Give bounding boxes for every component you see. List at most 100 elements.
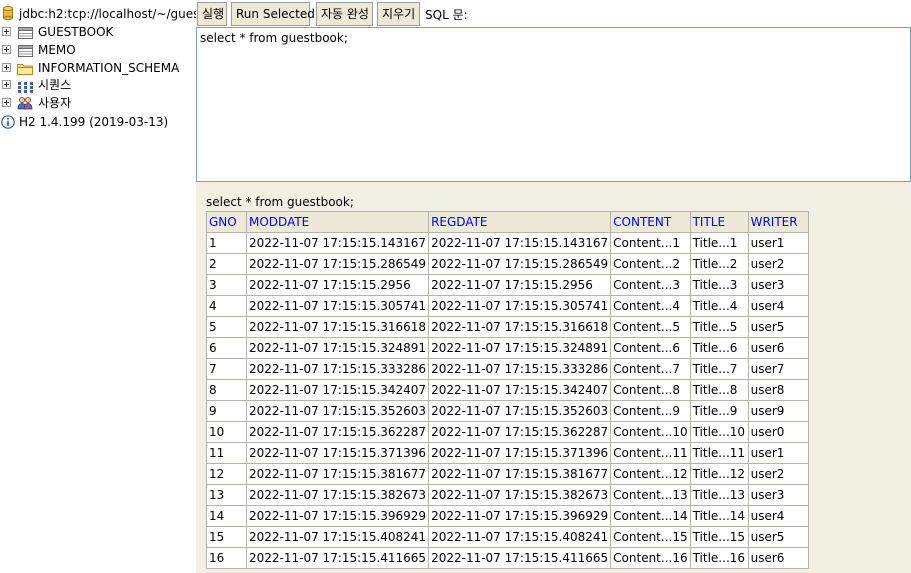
table-icon [18,26,33,44]
table-cell: 2022-11-07 17:15:15.408241 [245,526,430,548]
table-cell: 2022-11-07 17:15:15.371396 [428,442,612,464]
sql-input[interactable]: select * from guestbook; [196,27,911,182]
tree-item-label: 시퀀스 [38,78,72,92]
table-cell: user6 [747,337,809,359]
table-cell: 2022-11-07 17:15:15.411665 [428,547,612,569]
table-cell: user8 [747,379,809,401]
table-cell: Title...11 [689,442,749,464]
table-cell: 2022-11-07 17:15:15.143167 [428,232,612,254]
table-cell: user7 [747,358,809,380]
table-row: 1 2022-11-07 17:15:15.143167 2022-11-07 17… [206,232,809,254]
expand-icon[interactable] [2,63,11,72]
table-row: 12 2022-11-07 17:15:15.381677 2022-11-07 1… [206,463,809,485]
table-row: 15 2022-11-07 17:15:15.408241 2022-11-07 1… [206,526,809,548]
table-cell: Title...8 [689,379,749,401]
result-panel: select * from guestbook; GNO MODDATE REGDA… [196,182,911,573]
column-header-content[interactable]: CONTENT [610,211,691,233]
table-cell: Title...2 [689,253,749,275]
table-row: 9 2022-11-07 17:15:15.352603 2022-11-07 17… [206,400,809,422]
table-cell: 2022-11-07 17:15:15.324891 [245,337,430,359]
table-cell: 16 [206,547,247,569]
table-row: 8 2022-11-07 17:15:15.342407 2022-11-07 17… [206,379,809,401]
table-cell: 13 [206,484,247,506]
table-row: 14 2022-11-07 17:15:15.396929 2022-11-07 1… [206,505,809,527]
tree-item-label: INFORMATION_SCHEMA [38,61,180,75]
table-cell: 2022-11-07 17:15:15.333286 [245,358,430,380]
table-cell: Title...4 [689,295,749,317]
table-cell: Title...10 [689,421,749,443]
table-row: 13 2022-11-07 17:15:15.382673 2022-11-07 1… [206,484,809,506]
table-cell: 2022-11-07 17:15:15.411665 [245,547,430,569]
table-row: 7 2022-11-07 17:15:15.333286 2022-11-07 17… [206,358,809,380]
table-row: 5 2022-11-07 17:15:15.316618 2022-11-07 17… [206,316,809,338]
table-cell: Content...12 [610,463,691,485]
table-cell: user9 [747,400,809,422]
table-cell: 15 [206,526,247,548]
table-cell: Content...3 [610,274,691,296]
tree-item-label: MEMO [38,43,76,57]
table-cell: 7 [206,358,247,380]
table-cell: Content...7 [610,358,691,380]
autocomplete-button[interactable]: 자동 완성 [316,2,373,26]
table-cell: user3 [747,274,809,296]
column-header-regdate[interactable]: REGDATE [428,211,612,233]
result-body: 1 2022-11-07 17:15:15.143167 2022-11-07 17… [206,232,809,569]
table-cell: 10 [206,421,247,443]
table-cell: Content...10 [610,421,691,443]
result-header-row: GNO MODDATE REGDATE CONTENT TITLE WRITER [206,211,809,233]
column-header-gno[interactable]: GNO [206,211,247,233]
schema-tree: jdbc:h2:tcp://localhost/~/guestBoo GUEST… [0,0,196,573]
version-label: H2 1.4.199 (2019-03-13) [19,115,169,129]
table-cell: 2022-11-07 17:15:15.316618 [428,316,612,338]
column-header-title[interactable]: TITLE [689,211,749,233]
expand-icon[interactable] [2,45,11,54]
expand-icon[interactable] [2,80,11,89]
table-cell: 2022-11-07 17:15:15.333286 [428,358,612,380]
table-cell: 2022-11-07 17:15:15.382673 [245,484,430,506]
table-cell: Content...8 [610,379,691,401]
table-cell: Content...16 [610,547,691,569]
table-cell: 11 [206,442,247,464]
run-button[interactable]: 실행 [197,2,227,26]
table-cell: Content...6 [610,337,691,359]
tree-item-label: 사용자 [38,96,72,110]
table-cell: 2022-11-07 17:15:15.352603 [428,400,612,422]
table-cell: Title...14 [689,505,749,527]
table-cell: user4 [747,505,809,527]
expand-icon[interactable] [2,27,11,36]
table-cell: 2022-11-07 17:15:15.381677 [245,463,430,485]
table-cell: 2022-11-07 17:15:15.143167 [245,232,430,254]
table-cell: Content...5 [610,316,691,338]
run-selected-button[interactable]: Run Selected [231,2,315,26]
column-header-moddate[interactable]: MODDATE [245,211,430,233]
table-cell: Title...9 [689,400,749,422]
clear-button[interactable]: 지우기 [377,2,420,26]
table-cell: Title...3 [689,274,749,296]
column-header-writer[interactable]: WRITER [747,211,809,233]
table-cell: 2022-11-07 17:15:15.381677 [428,463,612,485]
table-cell: user6 [747,547,809,569]
table-cell: user5 [747,526,809,548]
table-row: 10 2022-11-07 17:15:15.362287 2022-11-07 1… [206,421,809,443]
table-cell: user2 [747,463,809,485]
table-cell: 2022-11-07 17:15:15.286549 [428,253,612,275]
table-cell: user5 [747,316,809,338]
table-cell: user0 [747,421,809,443]
table-cell: user1 [747,442,809,464]
folder-icon [17,62,33,80]
table-cell: 2022-11-07 17:15:15.286549 [245,253,430,275]
table-row: 2 2022-11-07 17:15:15.286549 2022-11-07 17… [206,253,809,275]
table-row: 3 2022-11-07 17:15:15.2956 2022-11-07 17:1… [206,274,809,296]
table-cell: Content...1 [610,232,691,254]
table-cell: Title...5 [689,316,749,338]
table-row: 16 2022-11-07 17:15:15.411665 2022-11-07 1… [206,547,809,569]
table-cell: 2022-11-07 17:15:15.396929 [428,505,612,527]
table-cell: 5 [206,316,247,338]
expand-icon[interactable] [2,98,11,107]
sql-toolbar: 실행 Run Selected 자동 완성 지우기 SQL 문: [196,0,911,27]
table-cell: 4 [206,295,247,317]
table-row: 6 2022-11-07 17:15:15.324891 2022-11-07 17… [206,337,809,359]
table-cell: 2022-11-07 17:15:15.408241 [428,526,612,548]
table-row: 11 2022-11-07 17:15:15.371396 2022-11-07 1… [206,442,809,464]
table-cell: 2022-11-07 17:15:15.352603 [245,400,430,422]
